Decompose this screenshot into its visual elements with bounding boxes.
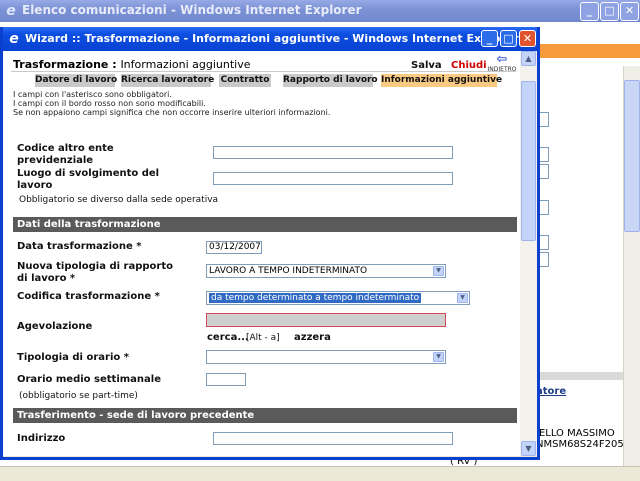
chevron-down-icon: ▼ — [433, 352, 444, 362]
tab-datore-di-lavoro[interactable]: Datore di lavoro — [35, 74, 117, 87]
cerca-shortcut: [Alt - a] — [246, 333, 280, 343]
popup-titlebar: e Wizard :: Trasformazione - Informazion… — [3, 27, 537, 51]
popup-scrollbar[interactable]: ▲ ▼ — [520, 51, 537, 456]
background-titlebar: e Elenco comunicazioni - Windows Interne… — [0, 0, 640, 22]
note-no-fields: Se non appaiono campi significa che non … — [13, 108, 331, 117]
tipologia-select-value: LAVORO A TEMPO INDETERMINATO — [209, 266, 368, 276]
note-mandatory: I campi con l'asterisco sono obbligatori… — [13, 90, 172, 99]
scrollbar-thumb[interactable] — [521, 81, 536, 241]
maximize-icon[interactable]: □ — [600, 2, 619, 21]
background-orange-bar — [534, 44, 640, 58]
background-scrollbar-thumb[interactable] — [624, 80, 640, 232]
wizard-popup-window: e Wizard :: Trasformazione - Informazion… — [0, 27, 540, 460]
luogo-hint: Obbligatorio se diverso dalla sede opera… — [19, 195, 219, 205]
azzera-link[interactable]: azzera — [294, 332, 331, 343]
orario-medio-hint: (obbligatorio se part-time) — [19, 391, 138, 401]
tab-informazioni-aggiuntive[interactable]: Informazioni aggiuntive — [381, 74, 502, 87]
agevolazione-input — [206, 313, 446, 327]
popup-window-title: Wizard :: Trasformazione - Informazioni … — [25, 32, 519, 45]
close-icon[interactable]: ✕ — [519, 30, 536, 47]
tab-contratto[interactable]: Contratto — [219, 74, 271, 87]
close-icon[interactable]: ✕ — [620, 2, 639, 21]
agevolazione-label: Agevolazione — [17, 321, 93, 332]
codice-input[interactable] — [213, 146, 453, 159]
indirizzo-label: Indirizzo — [17, 433, 66, 444]
scroll-up-icon[interactable]: ▲ — [521, 51, 536, 66]
close-button[interactable]: Chiudi — [451, 60, 487, 71]
tab-ricerca-lavoratore[interactable]: Ricerca lavoratore — [121, 74, 214, 87]
background-status-bar — [0, 466, 640, 481]
ie-icon: e — [9, 31, 19, 47]
note-readonly: I campi con il bordo rosso non sono modi… — [13, 99, 206, 108]
tipologia-orario-select[interactable]: ▼ — [206, 350, 446, 364]
background-gray-bar — [534, 372, 624, 380]
scroll-down-icon[interactable]: ▼ — [521, 441, 536, 456]
cerca-link[interactable]: cerca... — [207, 332, 249, 343]
tipologia-orario-label: Tipologia di orario * — [17, 352, 129, 363]
page-title: Trasformazione : Informazioni aggiuntive — [13, 58, 251, 71]
section-trasferimento: Trasferimento - sede di lavoro precedent… — [13, 408, 517, 423]
background-window-title: Elenco comunicazioni - Windows Internet … — [22, 3, 362, 17]
background-link[interactable]: atore — [536, 386, 566, 397]
codifica-select[interactable]: da tempo determinato a tempo indetermina… — [206, 291, 470, 305]
codifica-select-value: da tempo determinato a tempo indetermina… — [209, 293, 422, 303]
codifica-label: Codifica trasformazione * — [17, 291, 160, 302]
popup-content: Trasformazione : Informazioni aggiuntive… — [3, 51, 520, 456]
orario-medio-label: Orario medio settimanale — [17, 374, 161, 385]
luogo-input[interactable] — [213, 172, 453, 185]
minimize-icon[interactable]: _ — [481, 30, 498, 47]
section-dati-trasformazione: Dati della trasformazione — [13, 217, 517, 232]
background-name-text: IELLO MASSIMO — [536, 428, 615, 439]
indirizzo-input[interactable] — [213, 432, 453, 445]
minimize-icon[interactable]: _ — [580, 2, 599, 21]
chevron-down-icon: ▼ — [457, 293, 468, 303]
chevron-down-icon: ▼ — [433, 266, 444, 276]
tipologia-label: Nuova tipologia di rapporto di lavoro * — [17, 261, 173, 284]
data-trasformazione-input[interactable]: 03/12/2007 — [206, 241, 262, 254]
header-divider — [11, 71, 516, 72]
data-trasformazione-label: Data trasformazione * — [17, 241, 142, 252]
maximize-icon[interactable]: □ — [500, 30, 517, 47]
tab-rapporto-di-lavoro[interactable]: Rapporto di lavoro — [283, 74, 378, 87]
background-code-text: NMSM68S24F205E — [536, 439, 631, 450]
tipologia-select[interactable]: LAVORO A TEMPO INDETERMINATO ▼ — [206, 264, 446, 278]
back-arrow-icon: ⇦ — [496, 52, 508, 67]
save-button[interactable]: Salva — [411, 60, 442, 71]
luogo-label: Luogo di svolgimento del lavoro — [17, 168, 160, 191]
ie-icon: e — [6, 3, 16, 19]
orario-medio-input[interactable] — [206, 373, 246, 386]
codice-label: Codice altro ente previdenziale — [17, 143, 114, 166]
